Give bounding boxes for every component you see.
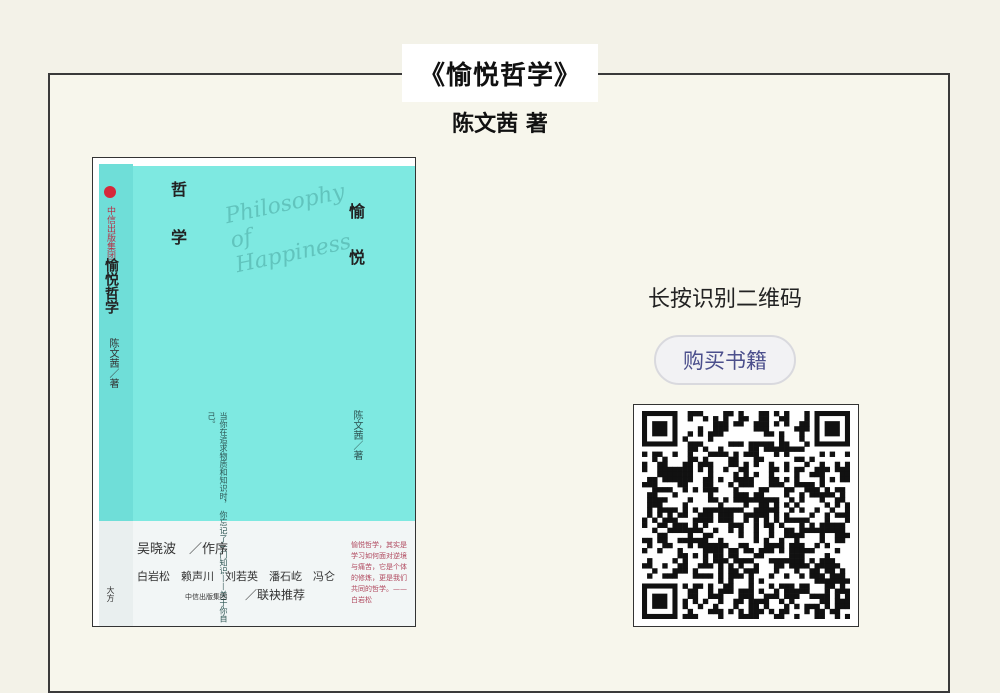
spine-bottom-label: 大方 xyxy=(106,586,115,602)
qr-code-icon xyxy=(642,411,850,619)
cover-title-char: 哲 xyxy=(171,180,188,199)
book-title: 《愉悦哲学》 xyxy=(402,44,598,102)
foreword-line: 吴晓波 ／作序 xyxy=(137,542,229,557)
book-spine-bottom xyxy=(99,521,133,626)
book-author: 陈文茜 著 xyxy=(452,112,548,137)
recommend-label: ／联袂推荐 xyxy=(245,588,306,602)
cover-blurb: 愉悦哲学，其实是学习如何面对逆境与痛苦，它是个体的修炼，更是我们共同的哲学。——… xyxy=(351,541,407,604)
buy-book-button[interactable]: 购买书籍 xyxy=(654,335,796,385)
cover-author: 陈文茜／著 xyxy=(351,410,362,460)
recommenders-line: 白岩松 赖声川 刘若英 潘石屹 冯仑 xyxy=(137,570,335,583)
publisher-logo-icon xyxy=(104,186,116,198)
book-cover-image: 中信出版集团 愉悦哲学 陈文茜／著 大方 哲 学 愉 悦 Philosophy … xyxy=(92,157,416,627)
cover-bottom-publisher: 中信出版集团 xyxy=(185,593,227,601)
qr-hint-text: 长按识别二维码 xyxy=(647,287,802,312)
spine-publisher: 中信出版集团 xyxy=(105,206,115,260)
cover-title-char: 学 xyxy=(171,228,188,247)
spine-author: 陈文茜／著 xyxy=(107,338,118,388)
qr-code[interactable] xyxy=(633,404,859,627)
spine-title: 愉悦哲学 xyxy=(103,258,119,314)
